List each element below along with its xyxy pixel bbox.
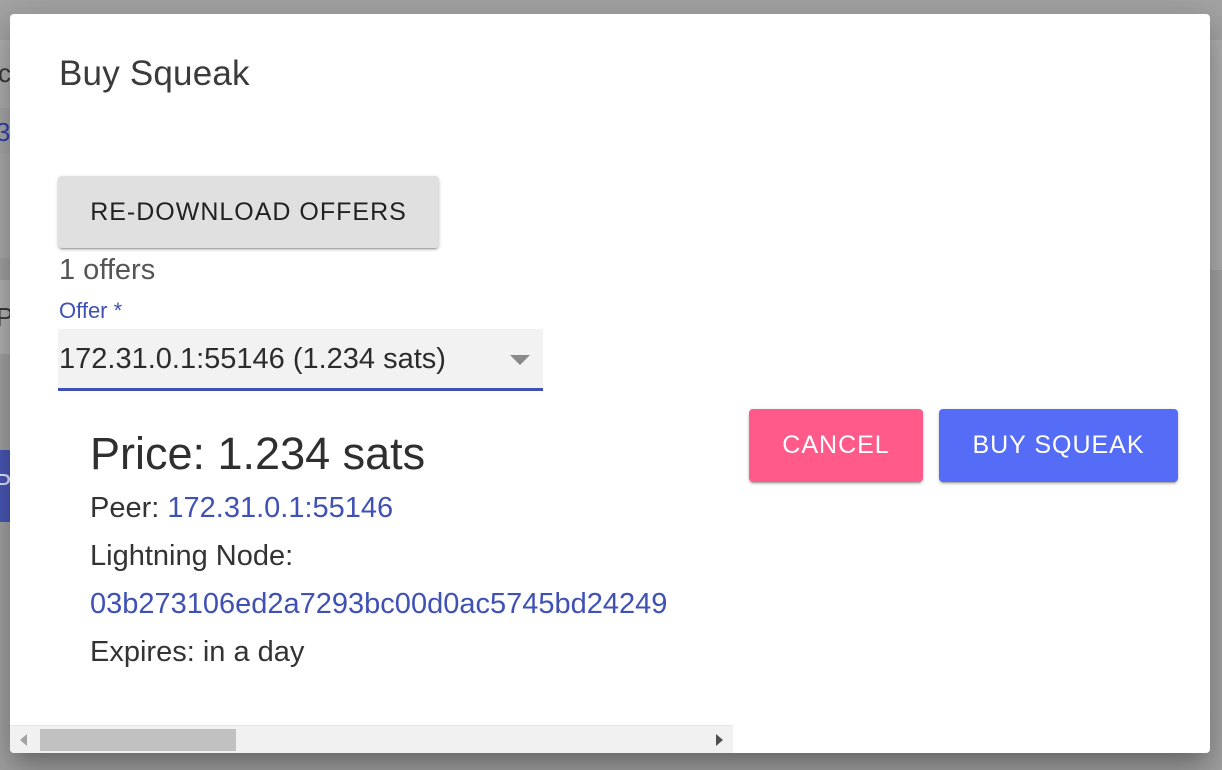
horizontal-scrollbar[interactable]: [10, 725, 733, 753]
offers-count: 1 offers: [59, 254, 156, 286]
scroll-left-arrow-icon[interactable]: [20, 734, 27, 746]
lightning-node-link[interactable]: 03b273106ed2a7293bc00d0ac5745bd24249: [90, 580, 733, 628]
background-text: 3: [0, 117, 11, 147]
offer-field-label: Offer *: [59, 298, 123, 323]
dropdown-arrow-icon: [510, 355, 530, 365]
redownload-offers-button[interactable]: RE-DOWNLOAD OFFERS: [58, 176, 439, 248]
scroll-right-arrow-icon[interactable]: [716, 734, 723, 746]
offer-details: Price: 1.234 sats Peer: 172.31.0.1:55146…: [90, 424, 733, 676]
offer-price: Price: 1.234 sats: [90, 428, 426, 479]
background-fragment: [1210, 40, 1222, 270]
dialog-content: RE-DOWNLOAD OFFERS 1 offers Offer * 172.…: [10, 14, 733, 753]
offer-select[interactable]: 172.31.0.1:55146 (1.234 sats): [58, 329, 543, 391]
offer-select-value: 172.31.0.1:55146 (1.234 sats): [59, 343, 446, 375]
lightning-node-line: 03b273106ed2a7293bc00d0ac5745bd24249: [90, 580, 733, 628]
buy-squeak-dialog: Buy Squeak RE-DOWNLOAD OFFERS 1 offers O…: [10, 14, 1210, 753]
lightning-node-label: Lightning Node:: [90, 540, 294, 572]
scrollbar-thumb[interactable]: [40, 729, 236, 751]
cancel-button[interactable]: CANCEL: [749, 409, 923, 482]
buy-squeak-button[interactable]: BUY SQUEAK: [939, 409, 1178, 482]
peer-link[interactable]: 172.31.0.1:55146: [167, 492, 393, 524]
peer-line: Peer: 172.31.0.1:55146: [90, 484, 733, 532]
offer-expires: Expires: in a day: [90, 636, 305, 668]
peer-label: Peer:: [90, 492, 168, 524]
